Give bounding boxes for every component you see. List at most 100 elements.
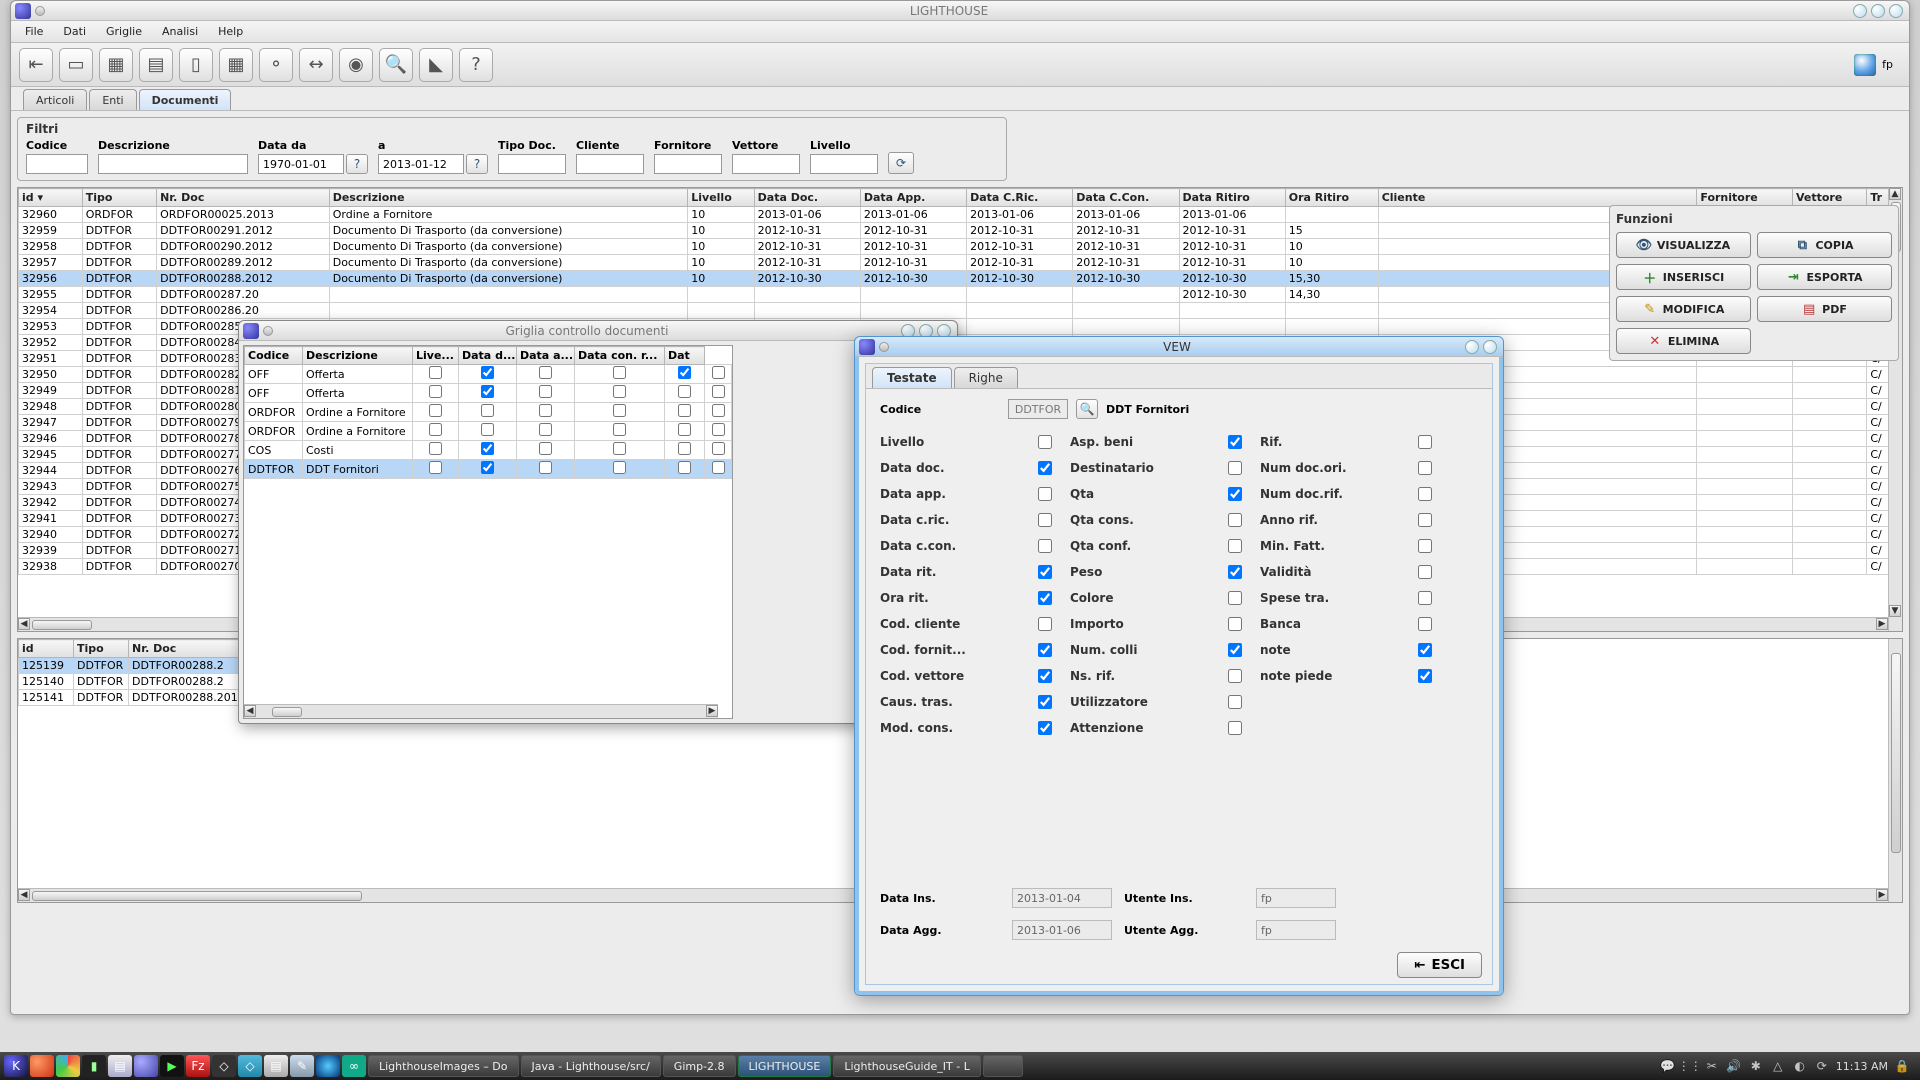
editor-icon[interactable]: ▤ (108, 1055, 132, 1077)
toolbar-flow-icon[interactable]: ⚬ (259, 48, 293, 82)
menu-help[interactable]: Help (210, 23, 251, 40)
app8-icon[interactable]: ✎ (290, 1055, 314, 1077)
field-checkbox[interactable] (1418, 487, 1432, 501)
field-checkbox[interactable] (1038, 487, 1052, 501)
field-checkbox[interactable] (1228, 565, 1242, 579)
fn-modifica[interactable]: ✎MODIFICA (1616, 296, 1751, 322)
field-checkbox[interactable] (1038, 435, 1052, 449)
firefox-icon[interactable] (30, 1055, 54, 1077)
checkbox[interactable] (481, 461, 494, 474)
sub-col-6[interactable]: Dat (665, 347, 705, 365)
filter-cliente-input[interactable] (576, 154, 644, 174)
grid-col-1[interactable]: Tipo (82, 189, 156, 207)
tab-enti[interactable]: Enti (89, 89, 136, 110)
checkbox[interactable] (678, 366, 691, 379)
checkbox[interactable] (539, 404, 552, 417)
tray-vol-icon[interactable]: 🔊 (1726, 1058, 1742, 1074)
chrome-icon[interactable] (56, 1055, 80, 1077)
grid-col-10[interactable]: Ora Ritiro (1285, 189, 1378, 207)
checkbox[interactable] (613, 442, 626, 455)
sub-col-2[interactable]: Live... (413, 347, 459, 365)
detail-scroll-thumb-v[interactable] (1891, 653, 1901, 853)
scroll-right-icon[interactable]: ▶ (1876, 618, 1888, 630)
fn-copia[interactable]: ⧉COPIA (1757, 232, 1892, 258)
checkbox[interactable] (429, 423, 442, 436)
menu-analisi[interactable]: Analisi (154, 23, 206, 40)
checkbox[interactable] (539, 385, 552, 398)
tray-net-icon[interactable]: ⋮⋮ (1682, 1058, 1698, 1074)
task-java[interactable]: Java - Lighthouse/src/ (521, 1055, 661, 1077)
toolbar-log-icon[interactable]: ▯ (179, 48, 213, 82)
detail-col-id[interactable]: id (19, 640, 74, 658)
task-extra[interactable] (983, 1055, 1023, 1077)
filter-codice-input[interactable] (26, 154, 88, 174)
field-checkbox[interactable] (1228, 513, 1242, 527)
app7-icon[interactable]: ▤ (264, 1055, 288, 1077)
fn-elimina[interactable]: ✕ELIMINA (1616, 328, 1751, 354)
field-checkbox[interactable] (1038, 461, 1052, 475)
task-guide[interactable]: LighthouseGuide_IT - L (833, 1055, 980, 1077)
grid-col-4[interactable]: Livello (688, 189, 754, 207)
maximize-button[interactable] (1871, 4, 1885, 18)
fn-visualizza[interactable]: 👁VISUALIZZA (1616, 232, 1751, 258)
detail-scroll-left-icon[interactable]: ◀ (18, 889, 30, 901)
checkbox[interactable] (712, 385, 725, 398)
esci-button[interactable]: ⇤ESCI (1397, 952, 1482, 978)
filter-descrizione-input[interactable] (98, 154, 248, 174)
grid-col-0[interactable]: id ▾ (19, 189, 83, 207)
tray-up-icon[interactable]: △ (1770, 1058, 1786, 1074)
field-checkbox[interactable] (1038, 643, 1052, 657)
filter-tipo-doc-input[interactable] (498, 154, 566, 174)
field-checkbox[interactable] (1228, 591, 1242, 605)
checkbox[interactable] (712, 366, 725, 379)
checkbox[interactable] (429, 442, 442, 455)
checkbox[interactable] (712, 423, 725, 436)
grid-col-7[interactable]: Data C.Ric. (967, 189, 1073, 207)
subdialog-scrollbar-h[interactable]: ◀ ▶ (244, 704, 718, 718)
field-checkbox[interactable] (1228, 539, 1242, 553)
clear-date-da-icon[interactable]: ? (346, 154, 368, 174)
checkbox[interactable] (613, 404, 626, 417)
checkbox[interactable] (481, 423, 494, 436)
code-search-icon[interactable]: 🔍 (1076, 399, 1098, 419)
filter-livello-input[interactable] (810, 154, 878, 174)
menu-file[interactable]: File (17, 23, 51, 40)
field-checkbox[interactable] (1418, 591, 1432, 605)
sub-col-5[interactable]: Data con. r... (575, 347, 665, 365)
checkbox[interactable] (712, 404, 725, 417)
table-row[interactable]: OFFOfferta (245, 365, 732, 384)
filter-vettore-input[interactable] (732, 154, 800, 174)
minimize-button[interactable] (1853, 4, 1867, 18)
filter-data-a-input[interactable] (378, 154, 464, 174)
checkbox[interactable] (429, 404, 442, 417)
checkbox[interactable] (613, 423, 626, 436)
toolbar-exit-icon[interactable]: ⇤ (19, 48, 53, 82)
filter-fornitore-input[interactable] (654, 154, 722, 174)
detail-scroll-thumb-h[interactable] (32, 891, 362, 901)
checkbox[interactable] (429, 461, 442, 474)
detail-scroll-right-icon[interactable]: ▶ (1876, 889, 1888, 901)
console-icon[interactable]: ▶ (160, 1055, 184, 1077)
field-checkbox[interactable] (1228, 669, 1242, 683)
field-checkbox[interactable] (1418, 643, 1432, 657)
field-checkbox[interactable] (1418, 565, 1432, 579)
toolbar-calendar-icon[interactable]: ▤ (139, 48, 173, 82)
grid-col-11[interactable]: Cliente (1378, 189, 1697, 207)
filter-data-da-input[interactable] (258, 154, 344, 174)
grid-col-6[interactable]: Data App. (860, 189, 966, 207)
sub-col-3[interactable]: Data d... (459, 347, 517, 365)
sub-col-1[interactable]: Descrizione (303, 347, 413, 365)
scroll-up-icon[interactable]: ▲ (1889, 188, 1901, 200)
clear-date-a-icon[interactable]: ? (466, 154, 488, 174)
field-checkbox[interactable] (1228, 721, 1242, 735)
grid-scroll-thumb-h[interactable] (32, 620, 92, 630)
checkbox[interactable] (613, 461, 626, 474)
tray-bt-icon[interactable]: ✱ (1748, 1058, 1764, 1074)
tray-chat-icon[interactable]: 💬 (1660, 1058, 1676, 1074)
toolbar-chart-icon[interactable]: ◣ (419, 48, 453, 82)
kmenu-icon[interactable]: K (4, 1055, 28, 1077)
globe-icon[interactable] (134, 1055, 158, 1077)
subdialog-grid[interactable]: CodiceDescrizioneLive...Data d...Data a.… (243, 345, 733, 719)
app9-icon[interactable] (316, 1055, 340, 1077)
field-checkbox[interactable] (1228, 487, 1242, 501)
